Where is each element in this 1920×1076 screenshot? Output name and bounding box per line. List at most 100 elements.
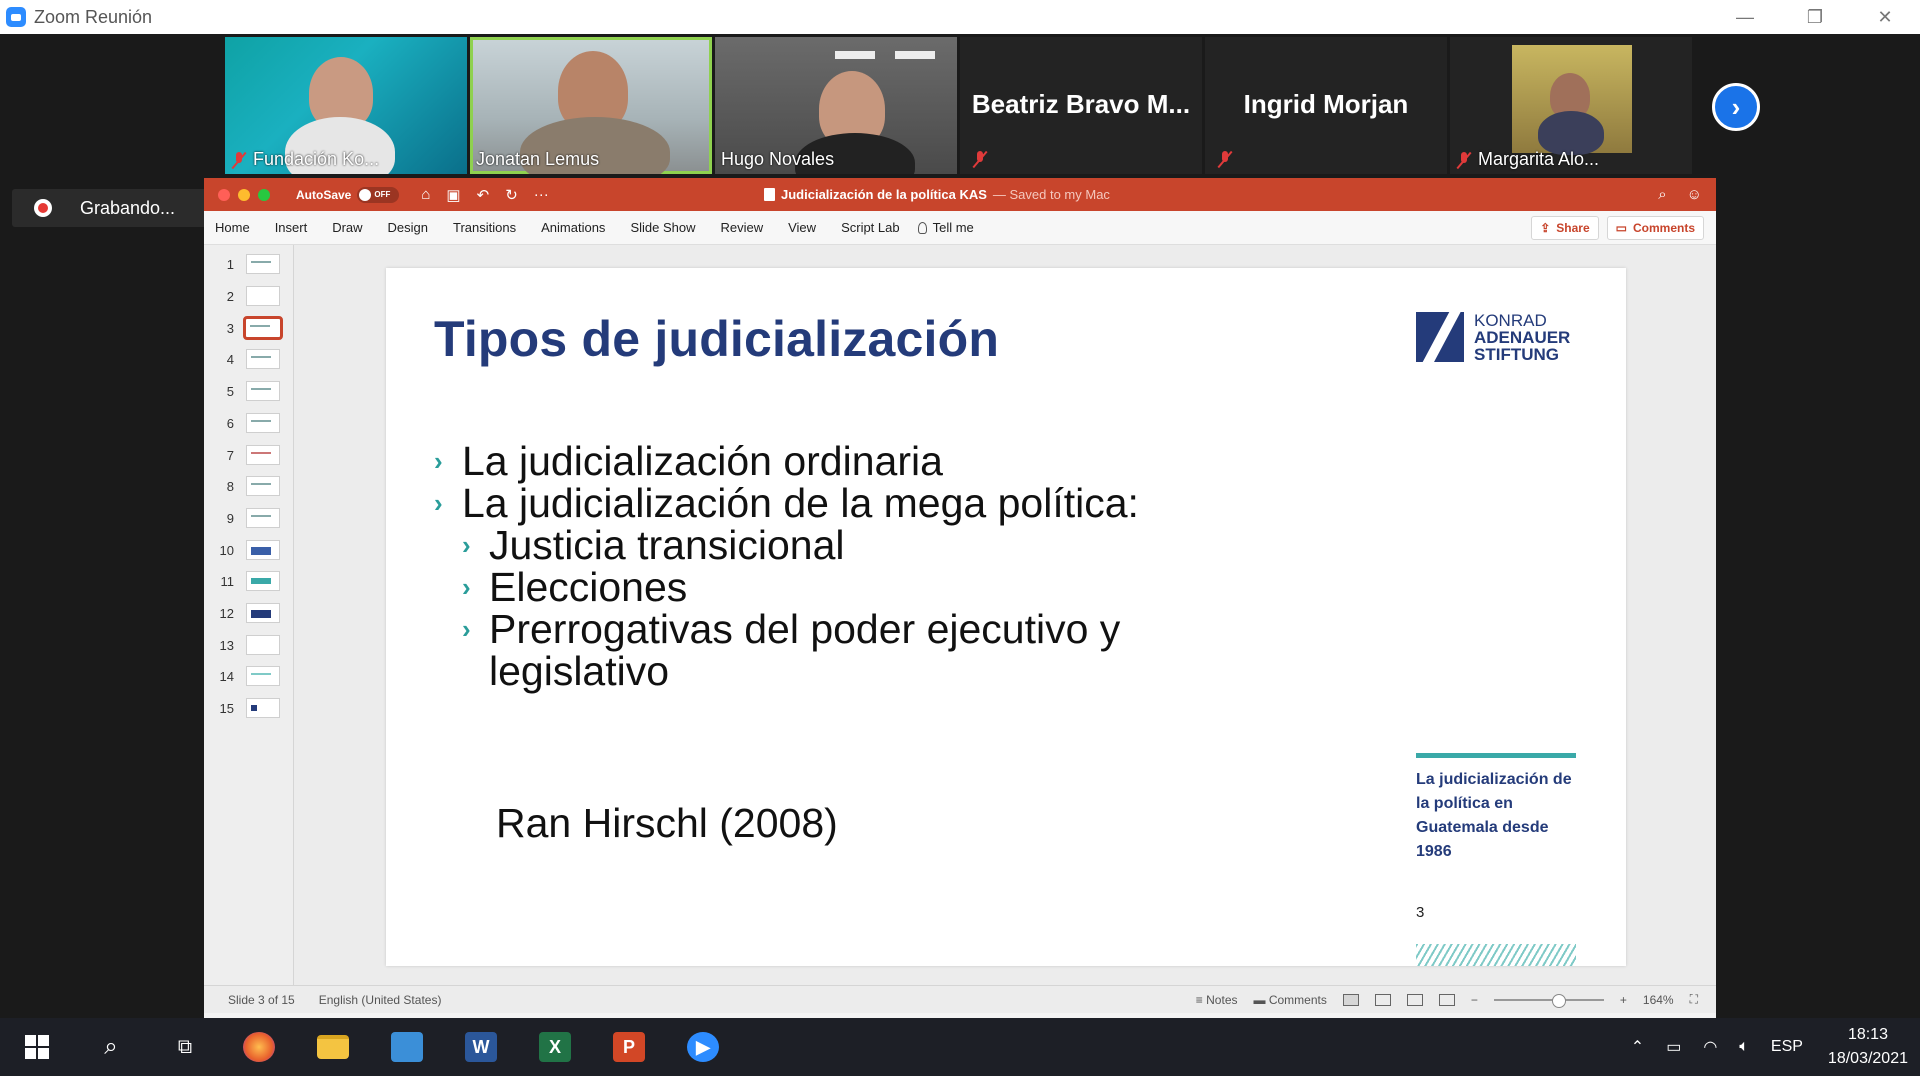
clock[interactable]: 18:13 18/03/2021 [1828,1023,1908,1071]
comment-icon: ▭ [1615,221,1627,235]
slide[interactable]: Tipos de judicialización KONRAD ADENAUER… [386,268,1626,966]
tab-transitions[interactable]: Transitions [453,220,516,235]
chevron-up-icon[interactable]: ⌃ [1631,1037,1644,1057]
hatch-decoration [1416,944,1576,966]
mac-close-icon[interactable] [218,188,230,201]
author-citation[interactable]: Ran Hirschl (2008) [496,800,838,847]
zoom-logo-icon [6,7,26,27]
slide-thumbnail[interactable]: 9 [204,505,294,531]
slideshow-view-icon[interactable] [1438,993,1455,1006]
language-indicator[interactable]: English (United States) [319,993,442,1007]
participant-tile-active-speaker[interactable]: Jonatan Lemus [470,37,712,174]
mac-zoom-icon[interactable] [258,188,270,201]
participant-tile[interactable]: Ingrid Morjan [1205,37,1447,174]
smiley-icon[interactable]: ☺ [1687,186,1702,203]
restore-icon[interactable]: ❐ [1780,0,1850,34]
participant-name: Ingrid Morjan [1243,89,1409,119]
home-icon[interactable]: ⌂ [421,186,430,204]
side-caption: La judicialización de la política en Gua… [1416,771,1572,860]
slide-thumbnail[interactable]: 14 [204,663,294,689]
slide-thumbnail[interactable]: 4 [204,346,294,372]
tell-me-search[interactable]: Tell me [917,220,974,235]
search-icon[interactable]: ⌕ [74,1018,148,1076]
notes-button[interactable]: ≡ Notes [1196,993,1238,1007]
kas-logo-icon [1416,312,1464,362]
undo-icon[interactable]: ↶ [477,186,490,204]
slide-thumbnail[interactable]: 10 [204,537,294,563]
slide-thumbnail[interactable]: 15 [204,695,294,721]
close-icon[interactable]: ✕ [1850,0,1920,34]
windows-taskbar: ⌕ ⧉ W X P ▶ ⌃ ▭ ◠ 🔈︎ ESP 18:13 18/03/202… [0,1018,1920,1076]
zoom-in-icon[interactable]: + [1620,993,1627,1007]
autosave-toggle[interactable]: OFF [357,186,400,203]
tab-home[interactable]: Home [215,220,250,235]
document-title[interactable]: Judicialización de la política KAS — Sav… [764,187,1110,202]
tab-view[interactable]: View [788,220,816,235]
search-icon[interactable]: ⌕ [1658,186,1666,203]
participant-tile[interactable]: Hugo Novales [715,37,957,174]
zoom-level[interactable]: 164% [1643,993,1674,1007]
powerpoint-icon[interactable]: P [592,1018,666,1076]
tab-draw[interactable]: Draw [332,220,362,235]
control-panel-icon[interactable] [370,1018,444,1076]
word-icon[interactable]: W [444,1018,518,1076]
zoom-app-icon[interactable]: ▶ [666,1018,740,1076]
battery-icon[interactable]: ▭ [1666,1037,1681,1057]
slide-thumbnail[interactable]: 11 [204,568,294,594]
tab-animations[interactable]: Animations [541,220,605,235]
sub-bullet-item: Elecciones [489,564,688,610]
file-explorer-icon[interactable] [296,1018,370,1076]
share-button[interactable]: ⇪ Share [1531,216,1599,240]
slide-thumbnail[interactable]: 2 [204,283,294,309]
participant-tile[interactable]: Beatriz Bravo M... [960,37,1202,174]
tab-design[interactable]: Design [388,220,428,235]
redo-icon[interactable]: ↻ [505,186,518,204]
quick-access-toolbar: ⌂ ▣ ↶ ↻ ··· [421,186,548,204]
tab-slide-show[interactable]: Slide Show [630,220,695,235]
slide-thumbnail[interactable]: 8 [204,473,294,499]
wifi-icon[interactable]: ◠ [1703,1037,1717,1057]
mic-muted-icon [231,151,247,169]
slide-title[interactable]: Tipos de judicialización [434,310,999,368]
volume-icon[interactable]: 🔈︎ [1739,1038,1749,1056]
slide-sorter-icon[interactable] [1374,993,1391,1006]
reading-view-icon[interactable] [1406,993,1423,1006]
slide-thumbnail[interactable]: 7 [204,442,294,468]
zoom-out-icon[interactable]: − [1471,993,1478,1007]
slide-thumbnail[interactable]: 6 [204,410,294,436]
task-view-icon[interactable]: ⧉ [148,1018,222,1076]
ribbon-tabs: Home Insert Draw Design Transitions Anim… [204,211,1716,245]
tab-review[interactable]: Review [720,220,763,235]
input-language[interactable]: ESP [1771,1038,1803,1056]
save-icon[interactable]: ▣ [446,186,460,204]
zoom-slider[interactable] [1493,993,1604,1008]
slide-thumbnail[interactable]: 12 [204,600,294,626]
slide-thumbnail[interactable]: 13 [204,632,294,658]
mac-minimize-icon[interactable] [238,188,250,201]
lightbulb-icon [917,221,927,234]
excel-icon[interactable]: X [518,1018,592,1076]
firefox-icon[interactable] [222,1018,296,1076]
slide-thumbnail[interactable]: 5 [204,378,294,404]
slide-thumbnail-selected[interactable]: 3 [204,315,294,341]
powerpoint-window: AutoSave OFF ⌂ ▣ ↶ ↻ ··· Judicialización… [204,178,1716,1020]
participant-tile[interactable]: Fundación Ko... [225,37,467,174]
kas-logo: KONRAD ADENAUER STIFTUNG [1416,312,1570,363]
participant-name: Jonatan Lemus [476,149,600,169]
slide-thumbnail[interactable]: 1 [204,251,294,277]
participant-name: Fundación Ko... [231,149,379,170]
tab-insert[interactable]: Insert [275,220,308,235]
fit-to-window-icon[interactable]: ⛶ [1690,992,1698,1007]
participant-name: Beatriz Bravo M... [971,89,1191,119]
recording-indicator[interactable]: Grabando... [12,189,212,227]
minimize-icon[interactable]: — [1710,0,1780,34]
slide-thumbnails: 1 2 3 4 5 6 7 8 9 10 11 12 13 14 15 [204,245,294,985]
next-participants-button[interactable]: › [1712,83,1760,131]
more-icon[interactable]: ··· [534,186,549,204]
participant-tile[interactable]: Margarita Alo... [1450,37,1692,174]
start-button[interactable] [0,1018,74,1076]
status-comments-button[interactable]: ▬ Comments [1254,993,1327,1007]
tab-script-lab[interactable]: Script Lab [841,220,900,235]
normal-view-icon[interactable] [1342,993,1359,1006]
comments-button[interactable]: ▭ Comments [1606,216,1704,240]
